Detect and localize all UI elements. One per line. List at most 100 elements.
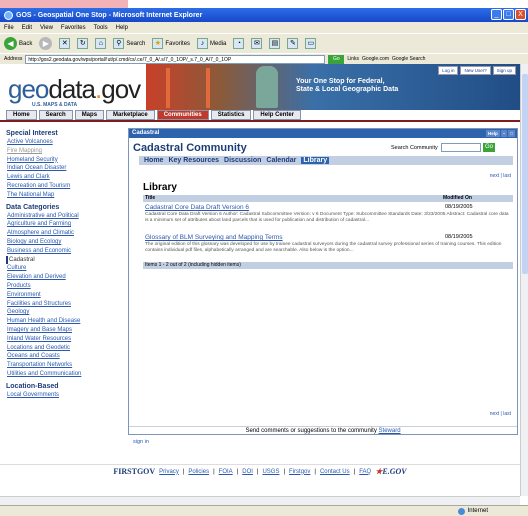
sidebar-item-culture[interactable]: Culture [6, 264, 124, 273]
menu-edit[interactable]: Edit [22, 25, 32, 31]
signin-link[interactable]: sign in [133, 439, 149, 445]
login-link[interactable]: Log in [438, 66, 459, 75]
nav-home[interactable]: Home [6, 110, 37, 120]
folder-icon[interactable]: ▭ [305, 38, 317, 49]
maximize-button[interactable]: □ [503, 9, 514, 20]
sidebar-item-fire-mapping[interactable]: Fire Mapping [6, 147, 124, 156]
sidebar-item-inland-water[interactable]: Inland Water Resources [6, 335, 124, 344]
nav-communities[interactable]: Communities [156, 110, 209, 120]
sidebar-item-locations[interactable]: Locations and Geodetic [6, 344, 124, 353]
comments-line: Send comments or suggestions to the comm… [129, 426, 517, 434]
home-icon[interactable]: ⌂ [95, 38, 107, 49]
vertical-scrollbar[interactable] [520, 64, 528, 496]
minimize-button[interactable]: _ [491, 9, 502, 20]
sidebar-item-recreation-and-tourism[interactable]: Recreation and Tourism [6, 182, 124, 191]
window-controls: _ □ X [491, 9, 526, 20]
statue-image [256, 66, 278, 108]
sidebar-item-the-national-map[interactable]: The National Map [6, 191, 124, 200]
pager-top[interactable]: next | last [490, 173, 511, 179]
new-user-link[interactable]: New User? [460, 66, 491, 75]
sidebar-item-indian-ocean-disaster[interactable]: Indian Ocean Disaster [6, 164, 124, 173]
nav-help-center[interactable]: Help Center [253, 110, 302, 120]
footer-link-foia[interactable]: FOIA [219, 469, 233, 475]
sidebar-item-agriculture[interactable]: Agriculture and Farming [6, 220, 124, 229]
sidebar-item-elevation-products[interactable]: Products [6, 282, 124, 291]
stop-icon[interactable]: ✕ [59, 38, 71, 49]
sidebar-item-active-volcanoes[interactable]: Active Volcanoes [6, 138, 124, 147]
sidebar-item-elevation[interactable]: Elevation and Derived [6, 273, 124, 282]
signup-link[interactable]: Sign up [492, 66, 516, 75]
footer-link-policies[interactable]: Policies [188, 469, 209, 475]
go-button[interactable]: Go [328, 54, 345, 64]
sidebar-item-homeland-security[interactable]: Homeland Security [6, 156, 124, 165]
address-input[interactable]: http://gos2.geodata.gov/wps/portal/!ut/p… [25, 54, 326, 64]
portlet-minimize-button[interactable]: – [500, 130, 508, 137]
item-description: The original edition of this glossary wa… [145, 242, 502, 253]
sidebar-item-cadastral[interactable]: Cadastral [6, 255, 124, 265]
sidebar-item-utilities[interactable]: Utilities and Communication [6, 370, 124, 379]
menu-file[interactable]: File [4, 25, 14, 31]
window-title: GOS - Geospatial One Stop - Microsoft In… [16, 11, 203, 19]
sidebar-item-local-governments[interactable]: Local Governments [6, 391, 124, 400]
print-icon[interactable]: ▤ [269, 38, 281, 49]
menu-help[interactable]: Help [116, 25, 128, 31]
footer-link-faq[interactable]: FAQ [359, 469, 371, 475]
site-logo[interactable]: geodata.gov [8, 74, 141, 105]
portlet-maximize-button[interactable]: □ [508, 130, 515, 137]
search-community-input[interactable] [441, 143, 481, 152]
portlet-help-button[interactable]: Help [486, 130, 500, 137]
google-link[interactable]: Google.com [362, 56, 389, 62]
google-search-link[interactable]: Google Search [392, 56, 425, 62]
nav-search[interactable]: Search [38, 110, 73, 120]
footer-link-contact[interactable]: Contact Us [320, 469, 350, 475]
sidebar-item-oceans[interactable]: Oceans and Coasts [6, 352, 124, 361]
close-button[interactable]: X [515, 9, 526, 20]
scrollbar-thumb[interactable] [522, 74, 528, 274]
menu-view[interactable]: View [40, 25, 53, 31]
forward-arrow-icon[interactable]: ▶ [39, 37, 53, 50]
egov-logo[interactable]: ★E.GOV [375, 467, 406, 476]
sidebar-item-environment[interactable]: Environment [6, 291, 124, 300]
firstgov-logo[interactable]: FIRSTGOV [113, 467, 155, 476]
footer-link-privacy[interactable]: Privacy [159, 469, 179, 475]
nav-statistics[interactable]: Statistics [210, 110, 252, 120]
sidebar-item-imagery[interactable]: Imagery and Base Maps [6, 326, 124, 335]
subnav-home[interactable]: Home [144, 157, 163, 164]
edit-icon[interactable]: ✎ [287, 38, 299, 49]
nav-marketplace[interactable]: Marketplace [106, 110, 155, 120]
search-community-button[interactable]: Go [483, 143, 495, 152]
footer-divider: | [314, 468, 316, 475]
favorites-button[interactable]: ★ Favorites [152, 38, 190, 49]
back-button[interactable]: ◀ Back [4, 37, 32, 50]
subnav-library[interactable]: Library [301, 157, 330, 164]
sidebar-item-lewis-and-clark[interactable]: Lewis and Clark [6, 173, 124, 182]
sidebar-item-human-health[interactable]: Human Health and Disease [6, 317, 124, 326]
footer-link-doi[interactable]: DOI [242, 469, 253, 475]
horizontal-scrollbar[interactable] [0, 496, 520, 505]
media-button[interactable]: ♪ Media [197, 38, 226, 49]
sidebar-item-biology[interactable]: Biology and Ecology [6, 238, 124, 247]
pager-bottom[interactable]: next | last [490, 411, 511, 417]
nav-maps[interactable]: Maps [74, 110, 105, 120]
menu-tools[interactable]: Tools [94, 25, 108, 31]
mail-icon[interactable]: ✉ [251, 38, 263, 49]
sidebar-item-atmosphere[interactable]: Atmosphere and Climatic [6, 229, 124, 238]
subnav-discussion[interactable]: Discussion [224, 157, 261, 164]
status-bar: Internet [0, 505, 528, 516]
links-label[interactable]: Links [347, 56, 359, 62]
footer-link-firstgov[interactable]: Firstgov [289, 469, 310, 475]
menu-favorites[interactable]: Favorites [61, 25, 86, 31]
sidebar-item-transportation[interactable]: Transportation Networks [6, 361, 124, 370]
footer-link-usgs[interactable]: USGS [262, 469, 279, 475]
subnav-key-resources[interactable]: Key Resources [168, 157, 219, 164]
search-button[interactable]: ⚲ Search [113, 38, 145, 49]
sidebar-item-geology[interactable]: Geology [6, 308, 124, 317]
subnav-calendar[interactable]: Calendar [266, 157, 296, 164]
sidebar-item-facilities[interactable]: Facilities and Structures [6, 300, 124, 309]
steward-link[interactable]: Steward [379, 428, 401, 434]
refresh-icon[interactable]: ↻ [77, 38, 89, 49]
history-icon[interactable]: ◔ [233, 38, 245, 49]
sidebar-item-administrative[interactable]: Administrative and Political [6, 212, 124, 221]
community-title: Cadastral Community [133, 142, 247, 154]
sidebar-item-business[interactable]: Business and Economic [6, 247, 124, 256]
